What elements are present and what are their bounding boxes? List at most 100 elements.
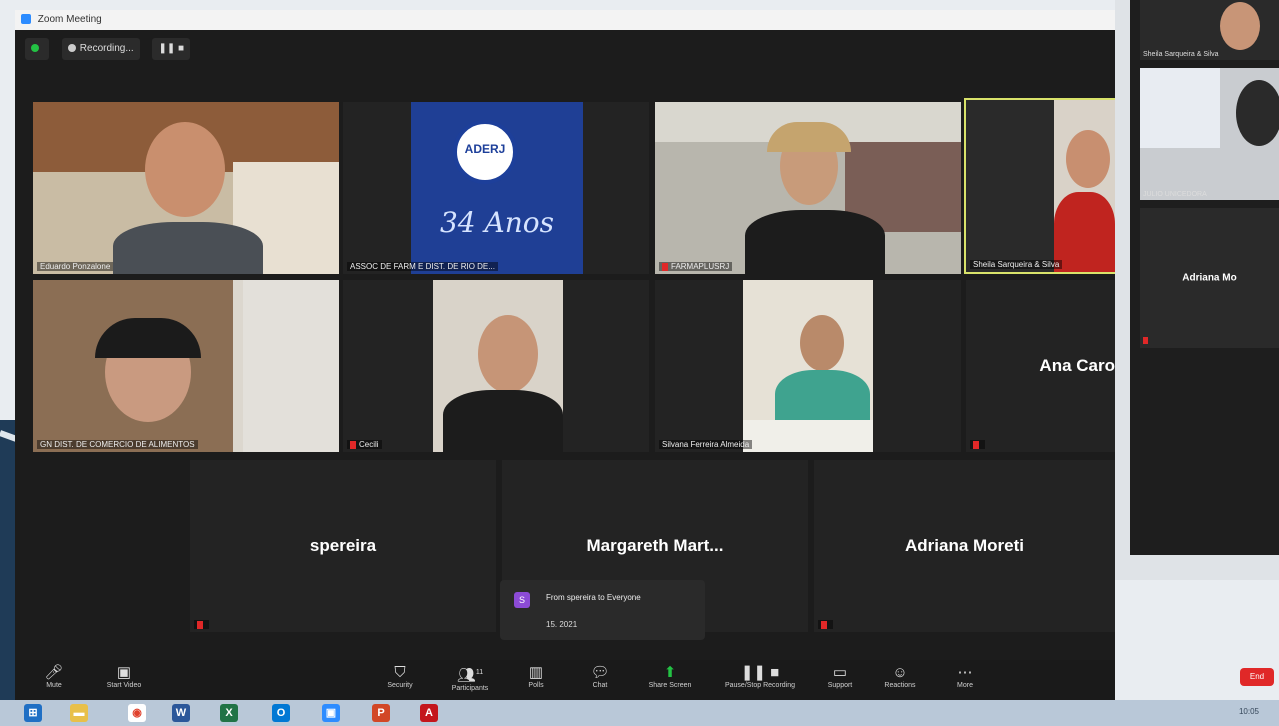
sender-avatar: S — [514, 592, 530, 608]
participant-name — [194, 620, 209, 629]
video-tile[interactable]: Adriana Moreti — [814, 460, 1115, 632]
polls-icon: ▥ — [528, 664, 544, 681]
powerpoint-icon[interactable]: P — [372, 704, 390, 722]
participant-name: Sheila Sarqueira & Silva — [970, 260, 1063, 269]
outlook-icon[interactable]: O — [272, 704, 290, 722]
window-title: Zoom Meeting — [37, 14, 102, 25]
system-tray-clock[interactable]: 10:05 — [1239, 707, 1259, 716]
polls-button[interactable]: ▥ Polls — [501, 664, 571, 689]
participant-name: FARMAPLUSRJ — [659, 262, 733, 271]
participants-icon: 👥︎11 — [456, 667, 484, 684]
chat-notification[interactable]: S From spereira to Everyone 15. 2021 — [500, 580, 705, 640]
participant-name — [818, 620, 833, 629]
participant-display-name: Adriana Moreti — [904, 536, 1025, 555]
participant-name: Cecili — [347, 440, 382, 449]
muted-mic-icon — [350, 440, 356, 449]
zoom-taskbar-icon[interactable]: ▣ — [322, 704, 340, 722]
chat-message: 15. 2021 — [546, 620, 578, 629]
mute-button[interactable]: 🎤︎ Mute — [19, 664, 89, 689]
video-tile[interactable]: ADERJ 34 Anos ASSOC DE FARM E DIST. DE R… — [343, 102, 649, 274]
share-screen-button[interactable]: ⬆ Share Screen — [635, 664, 705, 689]
start-menu-icon[interactable]: ⊞ — [24, 704, 42, 722]
windows-taskbar: ⊞ ▬ ◉ W X O ▣ P A 10:05 — [0, 700, 1279, 726]
word-icon[interactable]: W — [172, 704, 190, 722]
participant-face — [1220, 2, 1260, 50]
participant-display-name: spereira — [309, 536, 377, 555]
chat-sender: From spereira to Everyone — [546, 593, 641, 602]
video-tile[interactable]: spereira — [190, 460, 496, 632]
video-off-icon: ▣ — [116, 664, 132, 681]
muted-mic-icon — [662, 262, 668, 271]
participant-face — [478, 315, 538, 393]
participant-body — [443, 390, 563, 452]
participant-display-name: Ana Caro — [1039, 356, 1115, 375]
reactions-icon: ☺ — [892, 664, 908, 681]
end-meeting-button[interactable]: End — [1240, 668, 1274, 686]
video-tile-active-speaker[interactable]: Sheila Sarqueira & Silva — [964, 98, 1117, 274]
zoom-logo-icon — [21, 14, 31, 25]
participant-face — [800, 315, 844, 371]
muted-mic-icon — [197, 620, 203, 629]
unicorn-banner — [1140, 68, 1220, 148]
recording-indicator[interactable]: Recording... — [61, 38, 140, 60]
shield-icon: ⛉ — [394, 664, 406, 681]
file-explorer-icon[interactable]: ▬ — [70, 704, 88, 722]
video-tile[interactable]: JULIO UNICEDORA — [1140, 68, 1279, 200]
meeting-info-button[interactable] — [25, 38, 49, 60]
security-button[interactable]: ⛉ Security — [365, 664, 435, 689]
desk — [743, 420, 873, 452]
pause-stop-icon: ❚❚ ■ — [740, 664, 780, 681]
excel-icon[interactable]: X — [220, 704, 238, 722]
microphone-icon: 🎤︎ — [44, 664, 64, 681]
video-tile[interactable]: Cecili — [343, 280, 649, 452]
participant-name: GN DIST. DE COMERCIO DE ALIMENTOS — [37, 440, 198, 449]
aderj-banner: ADERJ 34 Anos — [411, 102, 583, 274]
participant-face — [1066, 130, 1110, 188]
more-button[interactable]: ⋯ More — [930, 664, 1000, 689]
participants-button[interactable]: 👥︎11 Participants — [435, 664, 505, 692]
video-tile[interactable]: Adriana Mo — [1140, 208, 1279, 348]
participant-name: Sheila Sarqueira & Silva — [1143, 51, 1219, 58]
pause-recording-button[interactable]: ❚❚ ■ — [152, 38, 191, 60]
participant-face — [145, 122, 225, 217]
participant-body — [113, 222, 263, 274]
participant-name: JULIO UNICEDORA — [1143, 191, 1207, 198]
start-video-button[interactable]: ▣ Start Video — [89, 664, 159, 689]
video-tile[interactable]: Eduardo Ponzalone — [33, 102, 339, 274]
aderj-logo: ADERJ — [453, 120, 517, 184]
video-tile[interactable]: Ana Caro — [966, 280, 1115, 452]
video-tile[interactable]: FARMAPLUSRJ — [655, 102, 961, 274]
acrobat-icon[interactable]: A — [420, 704, 438, 722]
recording-label: Recording... — [79, 43, 134, 54]
share-screen-icon: ⬆ — [663, 664, 677, 681]
secondary-zoom-window: Sheila Sarqueira & Silva JULIO UNICEDORA… — [1115, 0, 1279, 580]
pause-stop-recording-button[interactable]: ❚❚ ■ Pause/Stop Recording — [715, 664, 805, 689]
secondary-gallery: Sheila Sarqueira & Silva JULIO UNICEDORA… — [1130, 0, 1279, 555]
chat-button[interactable]: 💬︎ Chat — [565, 664, 635, 689]
participant-body — [1054, 192, 1115, 272]
participant-name: ASSOC DE FARM E DIST. DE RIO DE... — [347, 262, 498, 271]
record-icon — [67, 44, 76, 53]
muted-mic-icon — [973, 440, 979, 449]
anniversary-text: 34 Anos — [439, 206, 554, 239]
chrome-icon[interactable]: ◉ — [128, 704, 146, 722]
participant-display-name: Margareth Mart... — [586, 536, 724, 555]
meeting-toolbar: 🎤︎ Mute ▣ Start Video ⛉ Security 👥︎11 Partic… — [15, 660, 1115, 700]
video-tile[interactable]: GN DIST. DE COMERCIO DE ALIMENTOS — [33, 280, 339, 452]
participant-display-name: Adriana Mo — [1182, 272, 1237, 284]
shield-icon — [31, 44, 39, 53]
more-icon: ⋯ — [957, 664, 973, 681]
participants-count: 11 — [475, 669, 484, 676]
muted-mic-icon — [821, 620, 827, 629]
reactions-button[interactable]: ☺ Reactions — [865, 664, 935, 689]
muted-mic-icon — [1143, 337, 1148, 344]
chat-icon: 💬︎ — [590, 664, 610, 681]
participant-name: Silvana Ferreira Almeida — [659, 440, 753, 449]
participant-body — [745, 210, 885, 274]
zoom-meeting-window: Zoom Meeting Recording... ❚❚ ■ Eduardo P… — [15, 10, 1117, 700]
video-tile[interactable]: Silvana Ferreira Almeida — [655, 280, 961, 452]
room-wall — [243, 280, 339, 452]
meeting-topbar: Recording... ❚❚ ■ — [15, 38, 415, 60]
participant-name — [1143, 337, 1148, 346]
video-tile[interactable]: Sheila Sarqueira & Silva — [1140, 0, 1279, 60]
